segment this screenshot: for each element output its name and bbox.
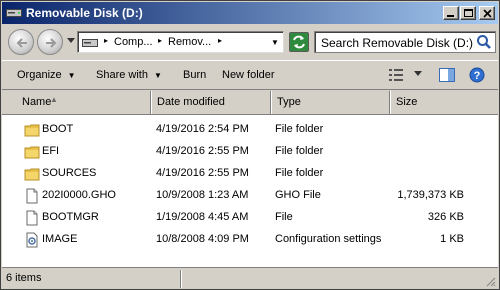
forward-button[interactable] (37, 29, 63, 55)
help-icon[interactable]: ? (469, 67, 485, 83)
column-size[interactable]: Size (390, 91, 498, 114)
file-size: 326 KB (427, 211, 464, 223)
file-size: 1,739,373 KB (397, 189, 464, 201)
address-dropdown-icon[interactable]: ▼ (271, 38, 279, 47)
forward-arrow-icon (46, 38, 57, 48)
file-name: EFI (42, 145, 60, 157)
explorer-window: Removable Disk (D:) ▸ Comp... ▸ Remov...… (0, 0, 500, 290)
column-name[interactable]: Name (16, 91, 151, 114)
file-date: 10/9/2008 1:23 AM (156, 189, 249, 201)
search-box[interactable]: Search Removable Disk (D:) (314, 31, 496, 53)
file-type: Configuration settings (275, 233, 382, 245)
status-bar: 6 items (2, 267, 498, 289)
drive-icon (82, 39, 98, 47)
column-size-label: Size (396, 96, 418, 108)
close-icon (483, 9, 492, 18)
column-date-label: Date modified (157, 96, 225, 108)
file-name: BOOTMGR (42, 211, 99, 223)
file-name: BOOT (42, 123, 74, 135)
column-type-label: Type (277, 96, 301, 108)
file-row[interactable]: IMAGE 10/8/2008 4:09 PM Configuration se… (2, 229, 498, 251)
window-title: Removable Disk (D:) (26, 6, 143, 20)
column-type[interactable]: Type (271, 91, 390, 114)
view-options-icon[interactable] (388, 67, 404, 83)
file-name: SOURCES (42, 167, 97, 179)
file-date: 4/19/2016 2:54 PM (156, 123, 249, 135)
search-input[interactable]: Search Removable Disk (D:) (321, 36, 473, 50)
file-type: File folder (275, 167, 324, 179)
file-date: 4/19/2016 2:55 PM (156, 145, 249, 157)
folder-icon (24, 168, 40, 181)
chevron-down-icon: ▼ (153, 71, 162, 80)
breadcrumb-arrow-icon[interactable]: ▸ (158, 36, 162, 45)
file-name: 202I0000.GHO (42, 189, 116, 201)
file-icon (26, 210, 38, 226)
file-name: IMAGE (42, 233, 78, 245)
share-with-label: Share with (96, 69, 148, 81)
folder-icon (24, 146, 40, 159)
file-row[interactable]: BOOT 4/19/2016 2:54 PM File folder (2, 119, 498, 141)
drive-icon (6, 9, 22, 17)
file-row[interactable]: EFI 4/19/2016 2:55 PM File folder (2, 141, 498, 163)
back-arrow-icon (16, 38, 27, 48)
file-type: File (275, 211, 293, 223)
breadcrumb-computer[interactable]: Comp... (114, 36, 153, 48)
organize-button[interactable]: Organize ▼ (17, 69, 76, 81)
refresh-button[interactable] (289, 32, 309, 52)
new-folder-button[interactable]: New folder (222, 69, 275, 81)
share-with-button[interactable]: Share with ▼ (96, 69, 162, 81)
maximize-button[interactable] (460, 6, 476, 20)
burn-button[interactable]: Burn (183, 69, 206, 81)
file-date: 1/19/2008 4:45 AM (156, 211, 249, 223)
breadcrumb-arrow-icon[interactable]: ▸ (218, 36, 222, 45)
file-type: File folder (275, 123, 324, 135)
file-type: GHO File (275, 189, 321, 201)
search-icon[interactable] (475, 33, 493, 51)
organize-label: Organize (17, 69, 62, 81)
file-icon (26, 188, 38, 204)
item-count: 6 items (6, 272, 42, 284)
maximize-icon (464, 9, 473, 17)
minimize-button[interactable] (443, 6, 459, 20)
file-date: 10/8/2008 4:09 PM (156, 233, 249, 245)
status-divider (180, 270, 181, 288)
file-row[interactable]: 202I0000.GHO 10/9/2008 1:23 AM GHO File … (2, 185, 498, 207)
recent-pages-dropdown-icon[interactable] (67, 38, 75, 44)
file-date: 4/19/2016 2:55 PM (156, 167, 249, 179)
config-file-icon (26, 232, 38, 248)
column-date-modified[interactable]: Date modified (151, 91, 271, 114)
column-header: Name ▲ Date modified Type Size (2, 91, 498, 115)
command-bar: Organize ▼ Share with ▼ Burn New folder ? (2, 60, 498, 90)
navigation-bar: ▸ Comp... ▸ Remov... ▸ ▼ Search Removabl… (2, 24, 498, 60)
column-name-label: Name (22, 96, 52, 108)
resize-grip-icon[interactable] (484, 275, 496, 287)
preview-pane-icon[interactable] (439, 67, 455, 83)
file-list[interactable]: BOOT 4/19/2016 2:54 PM File folder EFI 4… (2, 115, 498, 267)
folder-icon (24, 124, 40, 137)
chevron-down-icon[interactable] (414, 71, 422, 77)
file-size: 1 KB (440, 233, 464, 245)
breadcrumb-removable-disk[interactable]: Remov... (168, 36, 211, 48)
title-bar[interactable]: Removable Disk (D:) (2, 2, 498, 24)
minimize-icon (447, 15, 454, 17)
back-button[interactable] (8, 29, 34, 55)
breadcrumb-arrow-icon[interactable]: ▸ (104, 36, 108, 45)
file-row[interactable]: BOOTMGR 1/19/2008 4:45 AM File 326 KB (2, 207, 498, 229)
refresh-icon (293, 35, 305, 49)
svg-text:?: ? (474, 70, 481, 82)
address-bar[interactable]: ▸ Comp... ▸ Remov... ▸ ▼ (77, 31, 284, 53)
file-type: File folder (275, 145, 324, 157)
file-row[interactable]: SOURCES 4/19/2016 2:55 PM File folder (2, 163, 498, 185)
sort-ascending-icon: ▲ (50, 95, 58, 104)
close-button[interactable] (479, 6, 495, 20)
chevron-down-icon: ▼ (67, 71, 76, 80)
